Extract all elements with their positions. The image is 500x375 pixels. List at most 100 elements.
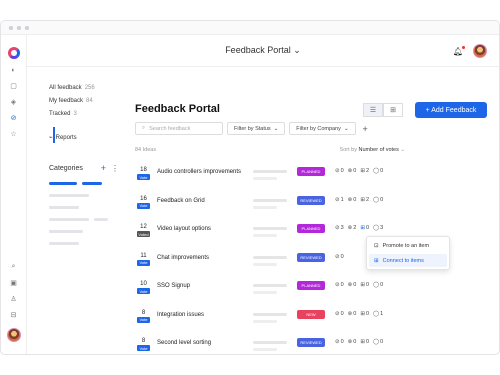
roadmap-icon[interactable]: ◈ [9, 97, 19, 107]
vote-widget[interactable]: 16 Vote [137, 196, 150, 209]
vote-button[interactable]: Vote [137, 202, 150, 209]
notification-dot [462, 45, 465, 49]
vote-widget[interactable]: 12 Voted [137, 224, 150, 237]
idea-stat[interactable]: ⊞ 0 [360, 225, 369, 231]
category-tab-active[interactable] [49, 182, 77, 185]
stat-count: 1 [380, 310, 384, 317]
add-filter-icon[interactable]: + [363, 124, 368, 134]
vote-button[interactable]: Vote [137, 174, 150, 180]
status-badge[interactable]: PLANNED [297, 224, 325, 233]
connect-items-icon: ⊞ [360, 196, 365, 203]
search-input[interactable]: ⌕ Search feedback [135, 122, 223, 135]
vote-button[interactable]: Voted [137, 231, 150, 237]
sidebar-item-all-feedback[interactable]: All feedback 256 [49, 81, 119, 94]
idea-stat[interactable]: ⊞ 0 [360, 311, 369, 317]
idea-stat[interactable]: ⊞ 2 [360, 197, 369, 203]
idea-title[interactable]: Audio controllers improvements [157, 169, 241, 175]
idea-row[interactable]: 18 Vote Audio controllers improvements PLAN… [135, 165, 487, 193]
idea-row[interactable]: 16 Vote Feedback on Grid REVIEWED ⊘ 1 ⊗ 0 ⊞ 2 ◯ 0 [135, 194, 487, 222]
sort-dropdown[interactable]: Sort by Number of votes ⌄ [340, 147, 405, 153]
status-badge[interactable]: PLANNED [297, 167, 325, 176]
idea-row[interactable]: 8 Vote Second level sorting REVIEWED ⊘ 0 ⊗ 0 ⊞ 0 ◯… [135, 336, 487, 354]
window-close-dot[interactable] [9, 25, 13, 30]
user-avatar[interactable] [6, 328, 21, 342]
company-filter-label: Filter by Company [296, 125, 341, 132]
idea-stat[interactable]: ⊗ 0 [348, 197, 357, 203]
idea-stat[interactable]: ⊘ 0 [335, 168, 344, 174]
status-badge[interactable]: REVIEWED [297, 338, 325, 347]
star-icon[interactable]: ☆ [9, 129, 19, 139]
idea-stat[interactable]: ⊞ 0 [360, 282, 369, 288]
window-minimize-dot[interactable] [17, 25, 21, 30]
idea-stat[interactable]: ⊗ 0 [348, 339, 357, 345]
connect-to-items-option[interactable]: ⊞ Connect to items [369, 254, 447, 267]
idea-stat[interactable]: ⊘ 3 [335, 225, 344, 231]
idea-stat[interactable]: ◯ 0 [373, 197, 383, 203]
idea-title[interactable]: Chat improvements [157, 255, 209, 261]
app-logo[interactable] [7, 47, 20, 59]
settings-icon[interactable]: ⊟ [9, 310, 19, 320]
window-maximize-dot[interactable] [25, 25, 29, 30]
promote-to-item-option[interactable]: ⊡ Promote to an item [369, 239, 447, 252]
sidebar-item-my-feedback[interactable]: My feedback 84 [49, 94, 119, 107]
more-options-icon[interactable]: ⋮ [111, 164, 119, 173]
list-view-icon[interactable]: ☰ [363, 103, 383, 117]
vote-widget[interactable]: 18 Vote [137, 167, 150, 180]
idea-title[interactable]: Integration issues [157, 312, 204, 318]
sidebar-item-tracked[interactable]: Tracked 3 [49, 107, 119, 120]
idea-title[interactable]: SSO Signup [157, 283, 190, 289]
user-icon[interactable]: ♙ [9, 294, 19, 304]
document-icon[interactable]: ▢ [9, 81, 19, 91]
idea-stat[interactable]: ⊗ 0 [348, 282, 357, 288]
company-filter-dropdown[interactable]: Filter by Company ⌄ [289, 122, 356, 135]
idea-stat[interactable]: ⊗ 0 [348, 311, 357, 317]
idea-stat[interactable]: ⊘ 0 [335, 339, 344, 345]
vote-button[interactable]: Vote [137, 288, 150, 294]
idea-title[interactable]: Video layout options [157, 226, 211, 232]
idea-stat[interactable]: ⊘ 0 [335, 311, 344, 317]
idea-stat[interactable]: ⊘ 0 [335, 282, 344, 288]
idea-row[interactable]: 8 Vote Integration issues NEW ⊘ 0 ⊗ 0 ⊞ 0 ◯ 1 [135, 308, 487, 336]
vote-button[interactable]: Vote [137, 316, 150, 323]
category-tab[interactable] [82, 182, 102, 185]
vote-button[interactable]: Vote [137, 259, 150, 266]
add-category-icon[interactable]: + [101, 163, 106, 173]
top-bar: Feedback Portal ⌄ 🔔︎ [27, 35, 499, 67]
status-filter-dropdown[interactable]: Filter by Status ⌄ [227, 122, 286, 135]
vote-widget[interactable]: 10 Vote [137, 281, 150, 294]
ideas-icon[interactable]: ⊘ [9, 113, 19, 123]
vote-widget[interactable]: 11 Vote [137, 253, 150, 266]
idea-stat[interactable]: ⊗ 2 [348, 225, 357, 231]
idea-stat[interactable]: ⊘ 0 [335, 254, 344, 260]
idea-stat[interactable]: ⊗ 0 [348, 168, 357, 174]
idea-stat[interactable]: ◯ 0 [373, 168, 383, 174]
idea-stat[interactable]: ⊘ 1 [335, 197, 344, 203]
feedback-icon[interactable]: ◐ [9, 65, 19, 75]
notification-bell-icon[interactable]: 🔔︎ [453, 45, 465, 56]
sidebar-item-reports[interactable]: ⌁ Reports [49, 134, 119, 142]
idea-stat[interactable]: ◯ 3 [373, 225, 383, 231]
idea-stat[interactable]: ◯ 0 [373, 339, 383, 345]
vote-widget[interactable]: 8 Vote [137, 338, 150, 351]
idea-stat[interactable]: ⊞ 2 [360, 168, 369, 174]
profile-avatar[interactable] [473, 44, 487, 58]
portal-title-text: Feedback Portal [225, 45, 291, 55]
status-badge[interactable]: NEW [297, 309, 325, 319]
idea-stat[interactable]: ⊞ 0 [360, 339, 369, 345]
idea-stat[interactable]: ◯ 0 [373, 282, 383, 288]
portal-title[interactable]: Feedback Portal ⌄ [225, 45, 301, 56]
grid-view-icon[interactable]: ⊞ [383, 103, 403, 117]
vote-button[interactable]: Vote [137, 345, 150, 351]
status-badge[interactable]: PLANNED [297, 281, 325, 290]
idea-row[interactable]: 10 Vote SSO Signup PLANNED ⊘ 0 ⊗ 0 ⊞ 0 ◯ 0 [135, 279, 487, 307]
idea-title[interactable]: Second level sorting [157, 340, 211, 346]
search-icon[interactable]: ⌕ [9, 262, 19, 272]
idea-title[interactable]: Feedback on Grid [157, 198, 205, 204]
status-badge[interactable]: REVIEWED [297, 252, 325, 262]
box-icon[interactable]: ▣ [9, 278, 19, 288]
vote-widget[interactable]: 8 Vote [137, 310, 150, 323]
chevron-down-icon: ⌄ [343, 125, 349, 132]
status-badge[interactable]: REVIEWED [297, 195, 325, 205]
add-feedback-button[interactable]: + Add Feedback [415, 102, 487, 118]
idea-stat[interactable]: ◯ 1 [373, 311, 383, 317]
